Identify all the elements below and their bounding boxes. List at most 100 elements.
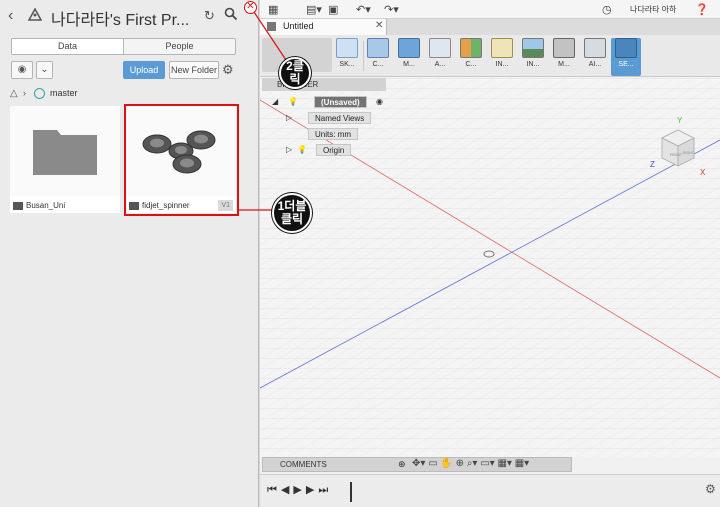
gear-icon[interactable]: ⚙ [222, 62, 234, 78]
expand-triangle-icon[interactable]: ▷ [286, 113, 292, 122]
eye-icon: ◉ [17, 64, 27, 75]
addins-button[interactable]: AI... [580, 38, 610, 76]
data-panel: ‹ 나다라타's First Pr... ↻ Data People ◉ ⌄ U… [0, 0, 259, 507]
timeline-gear-icon[interactable]: ⚙ [705, 482, 716, 496]
create-icon [367, 38, 389, 58]
construct-icon [460, 38, 482, 58]
look-at-icon[interactable]: ▭ [428, 458, 437, 469]
refresh-icon[interactable]: ↻ [204, 8, 215, 24]
branch-name[interactable]: master [50, 88, 78, 98]
display-settings-icon[interactable]: ▭▾ [480, 458, 494, 469]
modify-label: M... [403, 61, 415, 68]
toolbar-ribbon: SK... C... M... A... C... IN... IN... M.… [260, 35, 720, 77]
hub-logo-icon [28, 8, 42, 21]
modify-icon [398, 38, 420, 58]
folder-small-icon [13, 202, 23, 210]
next-step-icon[interactable]: ▶ [306, 484, 318, 496]
lightbulb-icon[interactable]: 💡 [297, 144, 307, 156]
branch-circle-icon [34, 88, 45, 99]
project-title: 나다라타's First Pr... [51, 12, 190, 29]
insert-label: IN... [526, 61, 540, 68]
make-button[interactable]: M... [549, 38, 579, 76]
viewcube-right-label[interactable]: RIGHT [683, 151, 695, 155]
folder-thumbnail [10, 106, 120, 196]
browser-root-row[interactable]: ◢ 💡 (Unsaved) ◉ [272, 96, 383, 108]
view-mode-button[interactable]: ◉ [11, 61, 33, 79]
browser-panel: BROWSER ◢ 💡 (Unsaved) ◉ ▷ Named Views Un… [262, 78, 386, 168]
folder-icon [33, 130, 97, 175]
branch-breadcrumb: △ › master [10, 88, 210, 100]
redo-icon[interactable]: ↷▾ [384, 3, 399, 16]
lightbulb-icon[interactable]: 💡 [288, 96, 298, 108]
tab-data[interactable]: Data [12, 39, 124, 54]
folder-card[interactable]: Busan_Uni [10, 106, 120, 213]
sketch-button[interactable]: SK... [332, 38, 362, 76]
modify-button[interactable]: M... [394, 38, 424, 76]
viewports-icon[interactable]: ▦▾ [515, 458, 529, 469]
back-arrow-icon[interactable]: ‹ [8, 7, 13, 25]
app-topbar: ▦ ▤▾ ▣ ↶▾ ↷▾ ◷ 나다라타 아하 ❓ [260, 0, 720, 19]
new-folder-button[interactable]: New Folder [169, 61, 219, 79]
tab-people[interactable]: People [124, 39, 235, 54]
clock-icon[interactable]: ◷ [602, 3, 612, 16]
previous-step-icon[interactable]: ◀ [281, 484, 293, 496]
assemble-button[interactable]: A... [425, 38, 455, 76]
activate-radio-icon[interactable]: ◉ [376, 96, 383, 108]
save-icon[interactable]: ▣ [328, 3, 338, 16]
inspect-icon [491, 38, 513, 58]
assemble-label: A... [434, 61, 446, 68]
x-axis-label: X [700, 168, 706, 177]
chevron-down-icon: ⌄ [40, 64, 49, 75]
inspect-button[interactable]: IN... [487, 38, 517, 76]
browser-row-origin[interactable]: ▷ 💡 Origin [286, 144, 352, 156]
create-button[interactable]: C... [363, 38, 393, 76]
last-step-icon[interactable]: ⏭ [318, 484, 332, 496]
insert-icon [522, 38, 544, 58]
help-icon[interactable]: ❓ [695, 3, 709, 16]
close-icon[interactable]: ✕ [375, 20, 383, 31]
undo-icon[interactable]: ↶▾ [356, 3, 371, 16]
expand-triangle-icon[interactable]: ▷ [286, 145, 292, 154]
orbit-icon[interactable]: ✥▾ [412, 458, 425, 469]
make-icon [553, 38, 575, 58]
zoom-icon[interactable]: ⊕ [456, 458, 464, 469]
viewcube[interactable]: FRONT RIGHT [658, 126, 698, 170]
viewcube-front-label[interactable]: FRONT [670, 153, 683, 157]
select-button[interactable]: SE... [611, 38, 641, 76]
make-label: M... [558, 61, 570, 68]
browser-row-named-views[interactable]: ▷ Named Views [286, 112, 372, 124]
add-comment-icon[interactable]: ⊕ [398, 459, 406, 470]
insert-button[interactable]: IN... [518, 38, 548, 76]
folder-name: Busan_Uni [26, 201, 66, 210]
addins-label: AI... [588, 61, 602, 68]
grid-settings-icon[interactable]: ▦▾ [497, 458, 511, 469]
select-label: SE... [618, 61, 634, 68]
timeline-marker[interactable] [350, 482, 352, 502]
highlight-box-design [124, 104, 239, 216]
upload-button[interactable]: Upload [123, 61, 165, 79]
origin-node[interactable]: Origin [316, 144, 352, 156]
create-label: C... [372, 61, 384, 68]
file-icon[interactable]: ▤▾ [306, 3, 322, 16]
timeline: ⏮◀▶▶⏭ ⚙ [260, 474, 720, 507]
first-step-icon[interactable]: ⏮ [267, 484, 281, 496]
user-menu[interactable]: 나다라타 아하 [630, 4, 676, 15]
sketch-label: SK... [339, 61, 355, 68]
play-icon[interactable]: ▶ [293, 484, 305, 496]
timeline-controls: ⏮◀▶▶⏭ [267, 483, 332, 497]
collapse-triangle-icon[interactable]: ◢ [272, 97, 278, 106]
design-viewport[interactable]: BROWSER ◢ 💡 (Unsaved) ◉ ▷ Named Views Un… [260, 78, 720, 457]
select-icon [615, 38, 637, 58]
search-icon[interactable] [224, 7, 238, 21]
addins-icon [584, 38, 606, 58]
named-views-node[interactable]: Named Views [308, 112, 372, 124]
fit-icon[interactable]: ⌕▾ [467, 458, 478, 469]
view-mode-dropdown[interactable]: ⌄ [36, 61, 53, 79]
document-tab-bar: Untitled ✕ [260, 19, 720, 35]
construct-button[interactable]: C... [456, 38, 486, 76]
y-axis-label: Y [677, 116, 683, 125]
browser-root[interactable]: (Unsaved) [314, 96, 367, 108]
data-people-toggle: Data People [11, 38, 236, 55]
units-node[interactable]: Units: mm [308, 128, 358, 140]
pan-icon[interactable]: ✋ [440, 458, 452, 469]
